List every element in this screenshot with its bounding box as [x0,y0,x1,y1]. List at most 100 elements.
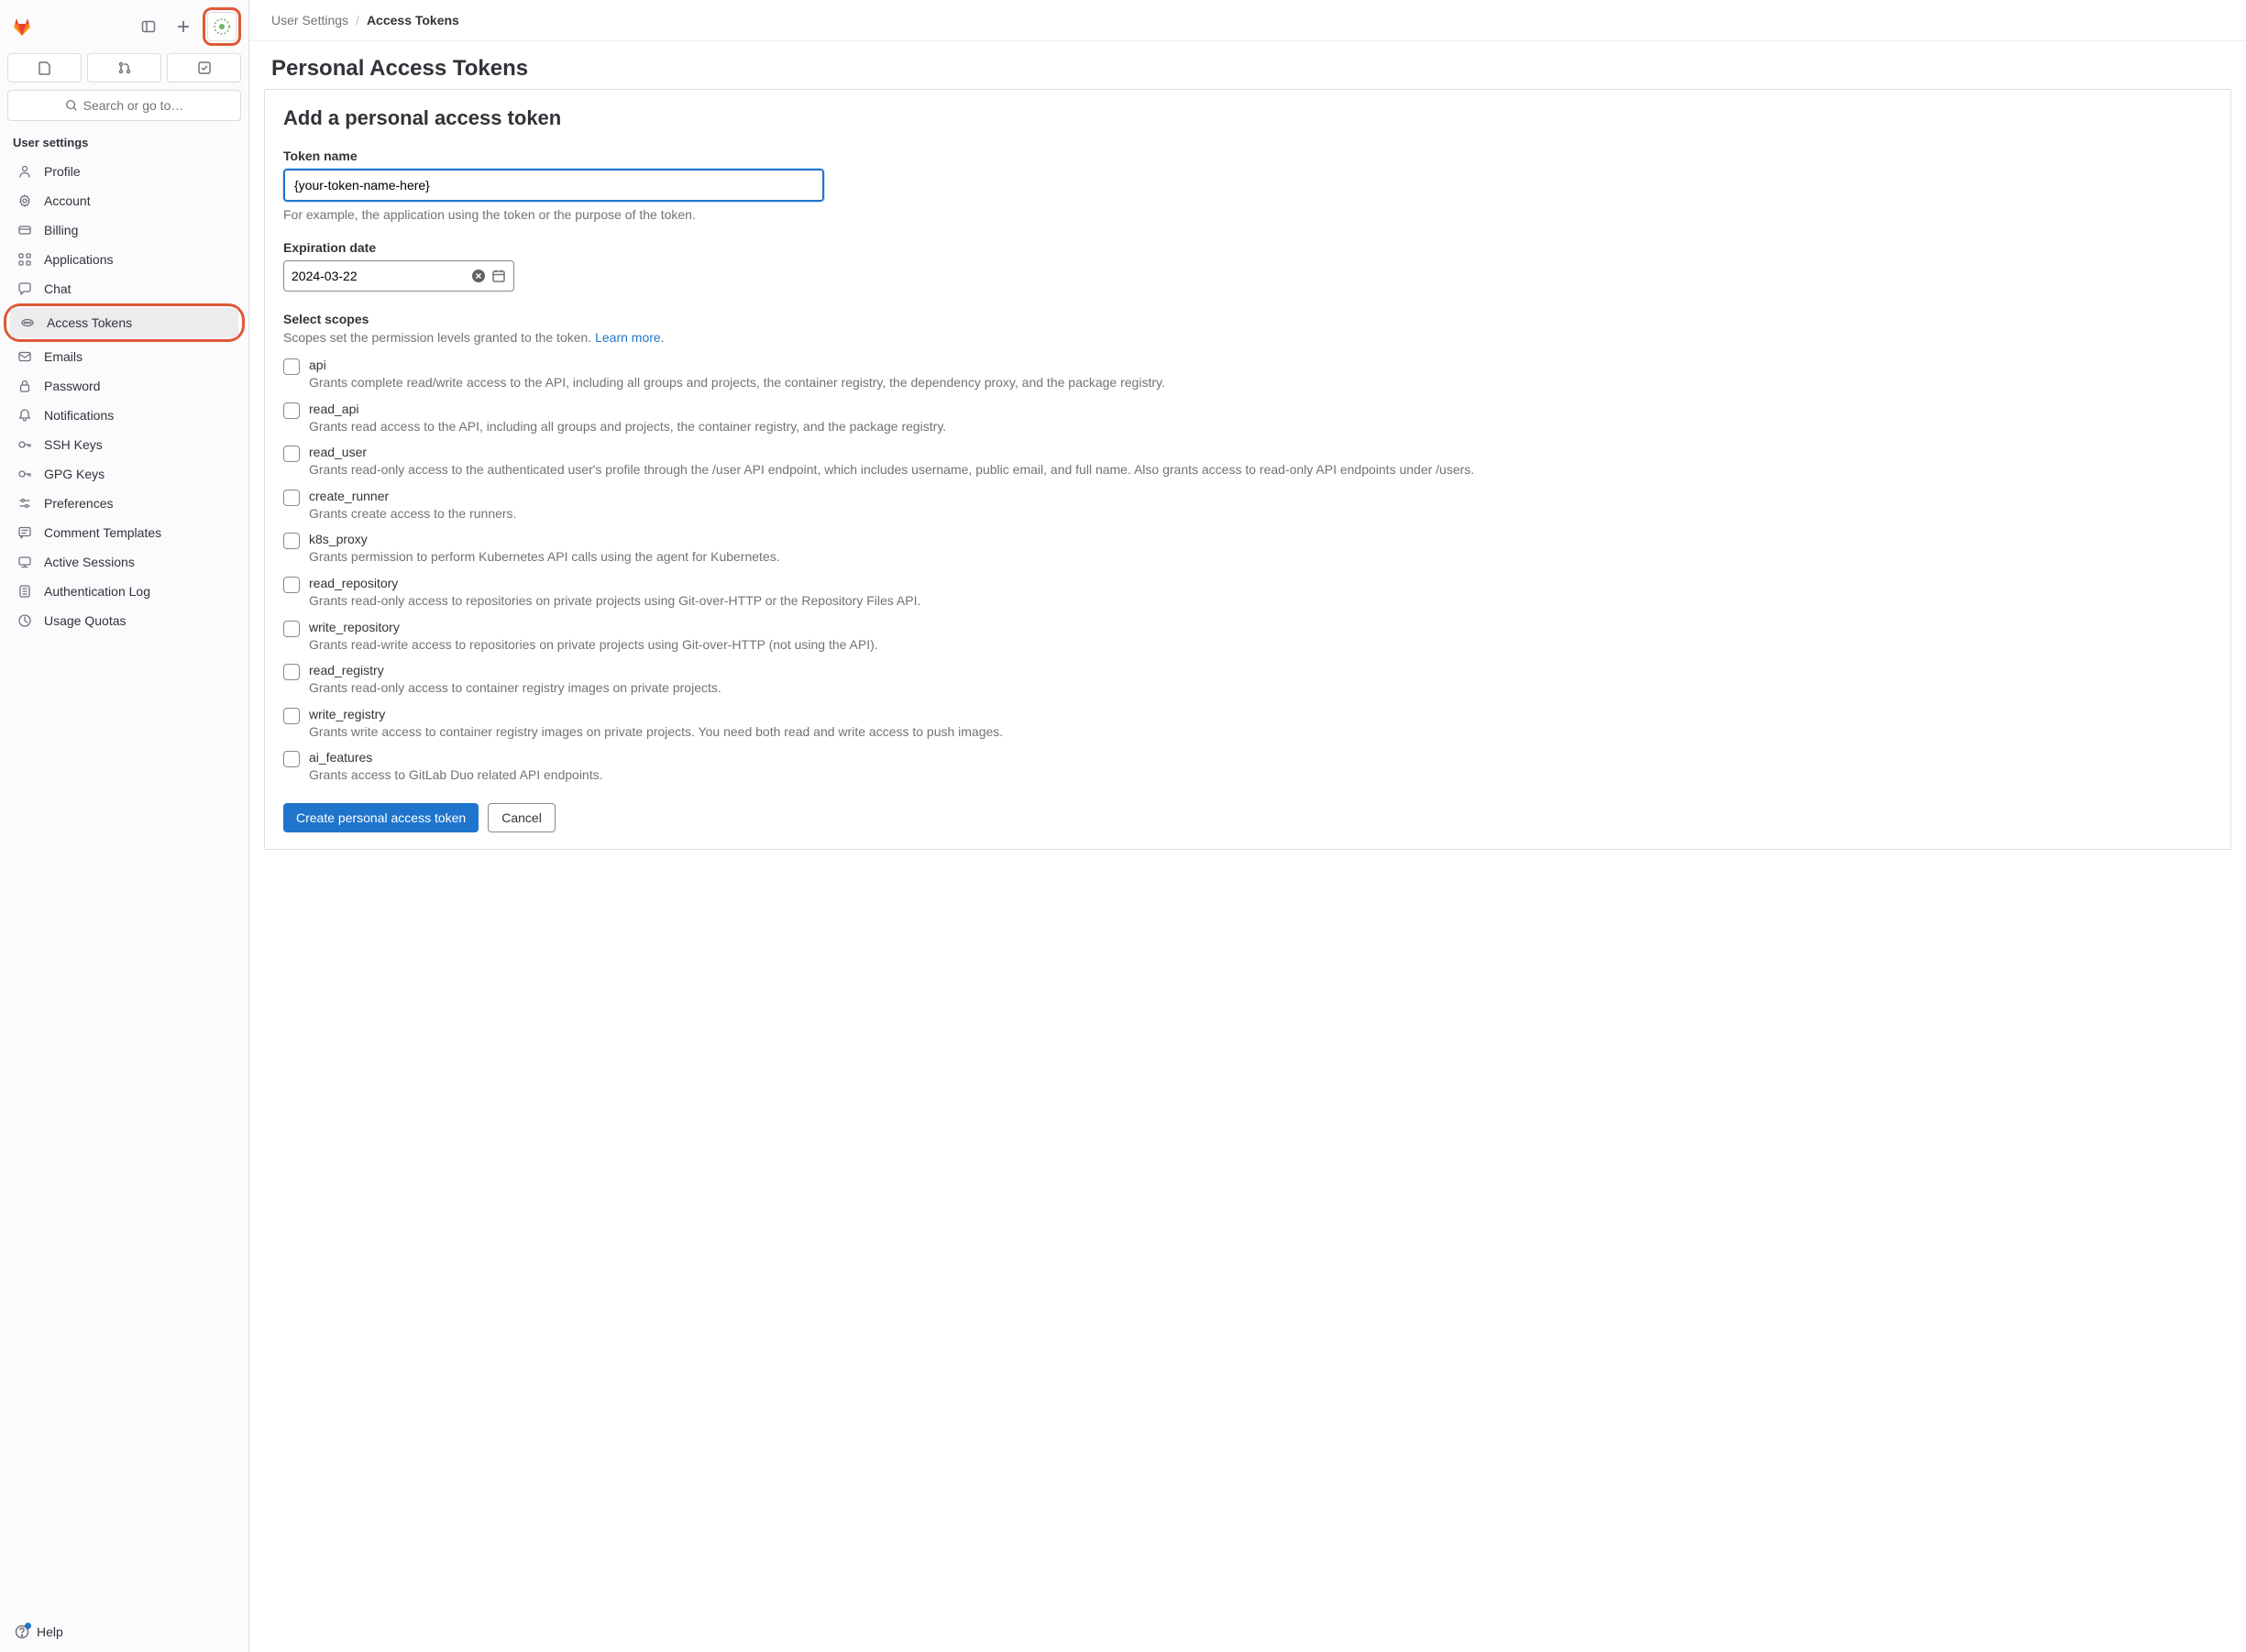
scope-checkbox-api[interactable] [283,358,300,375]
sidebar-item-label: Notifications [44,408,114,423]
plus-icon[interactable] [168,11,199,42]
sidebar-item-applications[interactable]: Applications [7,245,241,274]
scope-name[interactable]: write_repository [309,620,2212,634]
scope-description: Grants create access to the runners. [309,505,2212,523]
user-avatar[interactable] [207,12,237,41]
scope-checkbox-k8s_proxy[interactable] [283,533,300,549]
expiration-input[interactable] [292,269,466,283]
sidebar-item-gpg-keys[interactable]: GPG Keys [7,459,241,489]
scope-checkbox-read_registry[interactable] [283,664,300,680]
scope-description: Grants permission to perform Kubernetes … [309,548,2212,567]
account-icon [17,193,33,209]
scope-item-read_repository: read_repository Grants read-only access … [283,576,2212,611]
expiration-input-wrap [283,260,514,292]
scope-checkbox-read_repository[interactable] [283,577,300,593]
cancel-button[interactable]: Cancel [488,803,556,832]
scope-checkbox-ai_features[interactable] [283,751,300,767]
scope-name[interactable]: read_repository [309,576,2212,590]
scope-name[interactable]: read_api [309,402,2212,416]
help-link[interactable]: Help [0,1615,248,1652]
token-name-hint: For example, the application using the t… [283,207,2212,222]
sidebar-item-notifications[interactable]: Notifications [7,401,241,430]
scope-checkbox-create_runner[interactable] [283,490,300,506]
scope-item-read_api: read_api Grants read access to the API, … [283,402,2212,436]
scope-item-read_user: read_user Grants read-only access to the… [283,445,2212,479]
calendar-icon[interactable] [491,269,506,283]
scope-item-read_registry: read_registry Grants read-only access to… [283,663,2212,698]
search-icon [65,99,78,112]
scope-description: Grants read-only access to the authentic… [309,461,2212,479]
chat-icon [17,281,33,297]
password-icon [17,378,33,394]
gitlab-logo[interactable] [7,12,37,41]
sidebar-item-chat[interactable]: Chat [7,274,241,303]
token-name-input[interactable] [283,169,824,202]
scope-checkbox-read_api[interactable] [283,402,300,419]
breadcrumb: User Settings / Access Tokens [249,0,2246,41]
sidebar-item-label: Billing [44,223,78,237]
sidebar-item-label: Chat [44,281,72,296]
scope-name[interactable]: read_registry [309,663,2212,677]
scope-description: Grants read-write access to repositories… [309,636,2212,655]
token-icon [19,314,36,331]
sidebar-item-label: Comment Templates [44,525,161,540]
scope-name[interactable]: create_runner [309,489,2212,503]
scope-item-ai_features: ai_features Grants access to GitLab Duo … [283,750,2212,785]
access-tokens-highlight: Access Tokens [4,303,245,342]
quota-icon [17,612,33,629]
emails-icon [17,348,33,365]
sidebar-item-access-tokens[interactable]: Access Tokens [10,308,238,337]
sidebar-item-password[interactable]: Password [7,371,241,401]
issues-shortcut-button[interactable] [7,53,82,83]
profile-icon [17,163,33,180]
scope-item-api: api Grants complete read/write access to… [283,358,2212,392]
scope-description: Grants complete read/write access to the… [309,374,2212,392]
todos-shortcut-button[interactable] [167,53,241,83]
scope-item-k8s_proxy: k8s_proxy Grants permission to perform K… [283,532,2212,567]
sidebar-item-usage-quotas[interactable]: Usage Quotas [7,606,241,635]
scope-checkbox-write_registry[interactable] [283,708,300,724]
breadcrumb-parent[interactable]: User Settings [271,13,348,28]
sidebar-item-label: Access Tokens [47,315,132,330]
applications-icon [17,251,33,268]
sidebar-item-comment-templates[interactable]: Comment Templates [7,518,241,547]
scope-description: Grants write access to container registr… [309,723,2212,742]
sidebar-item-emails[interactable]: Emails [7,342,241,371]
help-label: Help [37,1624,63,1639]
expiration-label: Expiration date [283,240,2212,255]
authlog-icon [17,583,33,600]
search-input[interactable]: Search or go to… [7,90,241,121]
scopes-heading: Select scopes [283,312,2212,326]
scope-description: Grants access to GitLab Duo related API … [309,766,2212,785]
scope-name[interactable]: k8s_proxy [309,532,2212,546]
sidebar-item-profile[interactable]: Profile [7,157,241,186]
scope-name[interactable]: api [309,358,2212,372]
sidebar-item-authentication-log[interactable]: Authentication Log [7,577,241,606]
sidebar-item-billing[interactable]: Billing [7,215,241,245]
main-content: User Settings / Access Tokens Personal A… [249,0,2246,1652]
billing-icon [17,222,33,238]
sidebar-item-preferences[interactable]: Preferences [7,489,241,518]
merge-requests-shortcut-button[interactable] [87,53,161,83]
scope-description: Grants read-only access to container reg… [309,679,2212,698]
sidebar-item-label: Usage Quotas [44,613,127,628]
sidebar-item-active-sessions[interactable]: Active Sessions [7,547,241,577]
preferences-icon [17,495,33,512]
sessions-icon [17,554,33,570]
scope-checkbox-read_user[interactable] [283,446,300,462]
create-token-button[interactable]: Create personal access token [283,803,479,832]
sidebar-item-label: Preferences [44,496,113,511]
scope-description: Grants read access to the API, including… [309,418,2212,436]
scope-checkbox-write_repository[interactable] [283,621,300,637]
scope-name[interactable]: write_registry [309,707,2212,721]
scopes-learn-more-link[interactable]: Learn more. [595,330,664,345]
sidebar-section-title: User settings [0,128,248,157]
search-placeholder: Search or go to… [83,98,184,113]
panel-toggle-icon[interactable] [133,11,164,42]
scope-name[interactable]: read_user [309,445,2212,459]
page-title: Personal Access Tokens [249,41,2246,89]
scope-name[interactable]: ai_features [309,750,2212,765]
clear-icon[interactable] [471,269,486,283]
sidebar-item-ssh-keys[interactable]: SSH Keys [7,430,241,459]
sidebar-item-account[interactable]: Account [7,186,241,215]
